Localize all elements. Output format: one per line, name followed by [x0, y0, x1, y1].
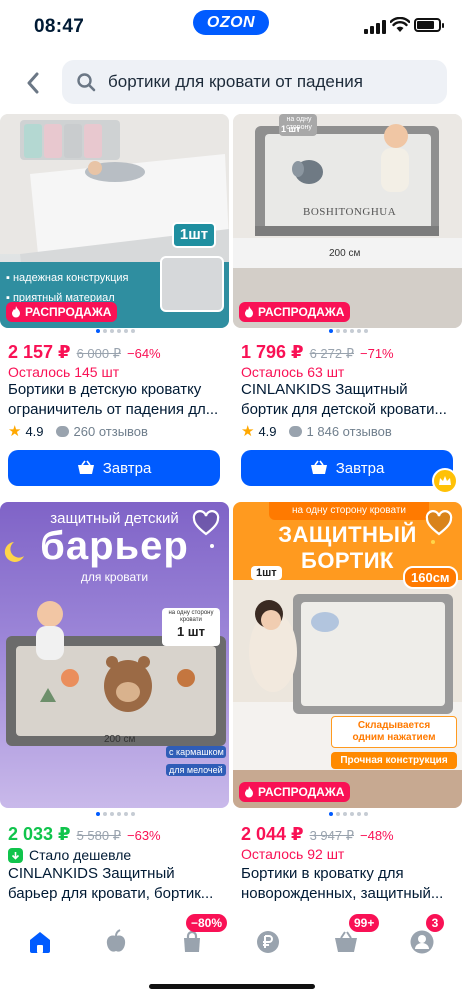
fire-icon	[245, 306, 253, 318]
rating-value: 4.9	[25, 423, 44, 439]
image-feature-2: Прочная конструкция	[331, 752, 457, 769]
star-icon: ★	[241, 423, 255, 440]
price-old: 3 947 ₽	[309, 828, 354, 843]
discount-bag-icon	[184, 930, 200, 952]
ozon-logo[interactable]: OZON	[193, 10, 269, 35]
status-bar: 08:47 OZON	[0, 0, 462, 52]
favorite-heart-icon[interactable]	[425, 510, 453, 538]
status-time: 08:47	[34, 16, 85, 37]
price-old: 5 580 ₽	[76, 828, 121, 843]
image-size-label: 200 см	[104, 734, 136, 745]
premium-crown-icon[interactable]	[432, 468, 458, 494]
reviews-count: 1 846 отзывов	[306, 423, 392, 439]
price-row: 2 157 ₽ 6 000 ₽ −64%	[8, 342, 161, 363]
back-button[interactable]	[20, 68, 46, 98]
cart-icon	[310, 460, 327, 474]
product-title[interactable]: Бортики в кроватку для новорожденных, за…	[241, 864, 459, 904]
image-top-label: на одну сторону кровати	[269, 502, 429, 520]
price-old: 6 000 ₽	[76, 346, 121, 361]
product-title[interactable]: CINLANKIDS Защитный бортик для детской к…	[241, 380, 459, 420]
wifi-icon	[390, 17, 410, 32]
fresh-icon	[106, 929, 126, 952]
price-current: 2 044 ₽	[241, 824, 304, 844]
image-qty-label: 1шт	[172, 222, 216, 248]
image-pager-dots	[96, 329, 135, 333]
image-qty-label: 1шт	[251, 566, 282, 580]
star-icon: ★	[8, 423, 22, 440]
comment-icon	[55, 425, 69, 437]
image-pager-dots	[96, 812, 135, 816]
price-row: 2 044 ₽ 3 947 ₽ −48%	[241, 824, 394, 845]
product-image[interactable]: 1шт ▪ надежная конструкция ▪ приятный ма…	[0, 114, 229, 328]
favorite-heart-icon[interactable]	[192, 510, 220, 538]
price-current: 2 157 ₽	[8, 342, 71, 362]
tab-fresh[interactable]	[96, 922, 136, 962]
image-pager-dots	[329, 812, 368, 816]
product-image[interactable]: на одну сторону кровати ЗАЩИТНЫЙ БОРТИК …	[233, 502, 462, 808]
rating-row: ★ 4.9 260 отзывов	[8, 422, 148, 440]
image-size-label: 160см	[403, 566, 458, 589]
delivery-button[interactable]: Завтра	[241, 450, 453, 486]
tab-finance[interactable]	[248, 922, 288, 962]
home-icon	[30, 932, 50, 953]
price-old: 6 272 ₽	[309, 346, 354, 361]
image-side-label: на одну сторону кровати 1 шт	[162, 608, 220, 646]
product-title[interactable]: Бортики в детскую кроватку ограничитель …	[8, 380, 226, 420]
cart-icon	[77, 460, 94, 474]
price-current: 2 033 ₽	[8, 824, 71, 844]
search-input[interactable]: бортики для кровати от падения	[62, 60, 447, 104]
chevron-left-icon	[27, 72, 39, 94]
reviews-count: 260 отзывов	[73, 423, 148, 439]
product-image[interactable]: на одну сторону 1 шт BOSHITONGHUA 200 см…	[233, 114, 462, 328]
delivery-button[interactable]: Завтра	[8, 450, 220, 486]
rating-row: ★ 4.9 1 846 отзывов	[241, 422, 392, 440]
cart-icon	[335, 931, 357, 952]
ruble-icon	[257, 931, 279, 953]
price-discount: −71%	[360, 346, 394, 361]
price-row: 1 796 ₽ 6 272 ₽ −71%	[241, 342, 394, 363]
image-size-label: 200 см	[329, 248, 361, 259]
signal-icon	[364, 20, 386, 34]
battery-icon	[414, 18, 444, 32]
price-down-icon	[8, 847, 23, 863]
price-discount: −48%	[360, 828, 394, 843]
product-title[interactable]: CINLANKIDS Защитный барьер для кровати, …	[8, 864, 226, 904]
price-drop-label: Стало дешевле	[8, 847, 131, 863]
image-bullet-1: надежная конструкция	[12, 272, 129, 284]
fire-icon	[12, 306, 20, 318]
search-query: бортики для кровати от падения	[108, 72, 363, 91]
stock-left: Осталось 63 шт	[241, 364, 345, 380]
tab-profile-badge: 3	[426, 914, 444, 932]
image-pocket-label: с кармашком для мелочей	[166, 746, 226, 778]
fire-icon	[245, 786, 253, 798]
price-discount: −64%	[127, 346, 161, 361]
image-pager-dots	[329, 329, 368, 333]
price-discount: −63%	[127, 828, 161, 843]
image-qty-label: 1 шт	[281, 124, 301, 134]
home-indicator	[149, 984, 315, 989]
image-brand-label: BOSHITONGHUA	[303, 206, 397, 218]
tab-home[interactable]	[20, 922, 60, 962]
sale-badge: РАСПРОДАЖА	[6, 302, 118, 322]
profile-icon	[410, 930, 434, 954]
stock-left: Осталось 145 шт	[8, 364, 120, 380]
rating-value: 4.9	[258, 423, 277, 439]
product-image[interactable]: защитный детский барьер для кровати на о…	[0, 502, 229, 808]
sale-badge: РАСПРОДАЖА	[239, 302, 351, 322]
comment-icon	[288, 425, 302, 437]
tab-discounts-badge: −80%	[186, 914, 228, 932]
sale-badge: РАСПРОДАЖА	[239, 782, 351, 802]
search-icon	[77, 73, 96, 92]
price-current: 1 796 ₽	[241, 342, 304, 362]
price-row: 2 033 ₽ 5 580 ₽ −63%	[8, 824, 161, 845]
image-feature-1: Складывается одним нажатием	[331, 716, 457, 748]
tab-cart-badge: 99+	[349, 914, 380, 932]
image-heading-sub: для кровати	[80, 570, 149, 584]
stock-left: Осталось 92 шт	[241, 846, 345, 862]
